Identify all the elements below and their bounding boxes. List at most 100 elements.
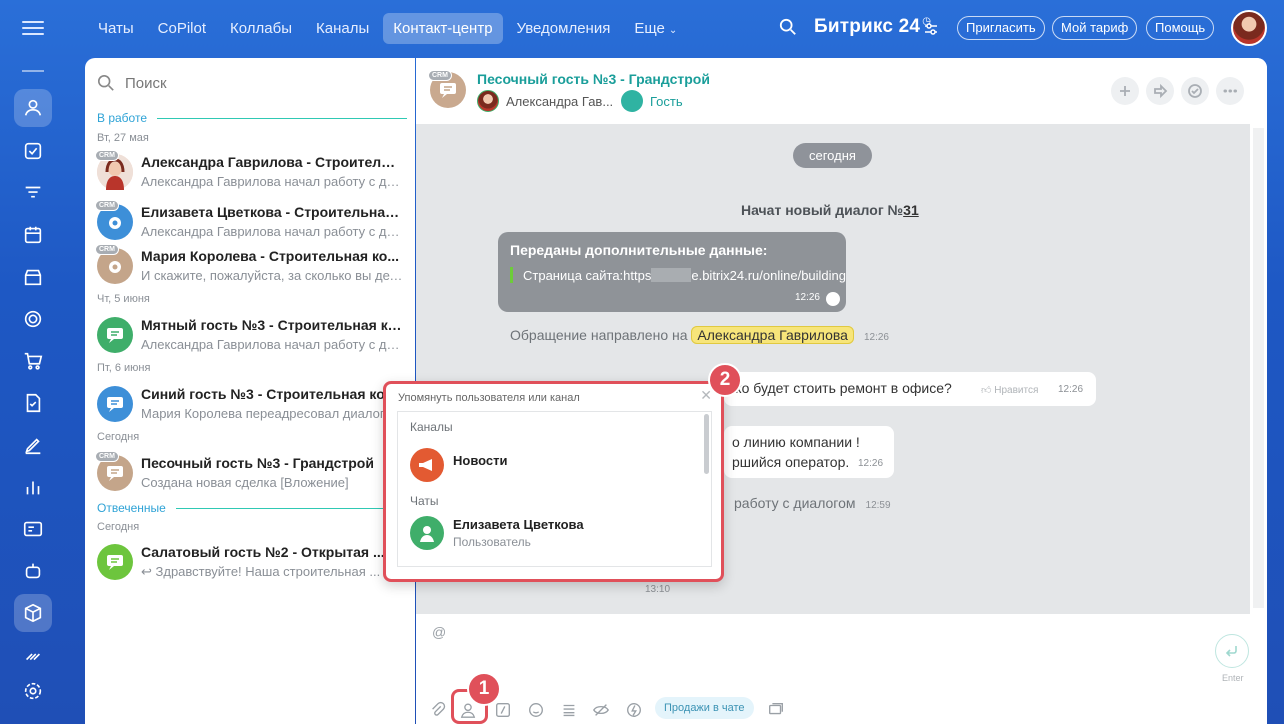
crm-badge: CRM: [95, 200, 119, 211]
finish-dialog-icon[interactable]: [1181, 77, 1209, 105]
chat-preview: Создана новая сделка [Вложение]: [141, 475, 349, 490]
sales-in-chat-button[interactable]: Продажи в чате: [655, 697, 754, 719]
tab-collabs[interactable]: Коллабы: [220, 13, 302, 44]
chat-list-item[interactable]: Синий гость №3 - Строительная ком Мария …: [85, 382, 415, 432]
pen-icon[interactable]: [14, 426, 52, 464]
marketplace-icon[interactable]: [14, 636, 52, 674]
tab-contact-center[interactable]: Контакт-центр: [383, 12, 503, 44]
tab-channels[interactable]: Каналы: [306, 13, 379, 44]
command-icon[interactable]: [493, 700, 513, 720]
cards-icon[interactable]: [766, 700, 786, 720]
chart-icon[interactable]: [14, 468, 52, 506]
tab-more[interactable]: Еще ⌄: [624, 13, 687, 44]
tasks-icon[interactable]: [14, 132, 52, 170]
chat-list-item[interactable]: Мятный гость №3 - Строительная ко... Але…: [85, 313, 415, 363]
chat-bubble-icon: [97, 544, 133, 580]
chat-preview: И скажите, пожалуйста, за сколько вы дел…: [141, 268, 403, 283]
send-button[interactable]: [1215, 634, 1249, 668]
extra-data-line: Страница сайта:https e.bitrix24.ru/online…: [523, 268, 846, 283]
like-button[interactable]: 👍︎ Нравится: [981, 384, 1038, 396]
chat-search[interactable]: Поиск: [97, 74, 167, 92]
robot-icon[interactable]: [14, 552, 52, 590]
crm-badge: CRM: [428, 70, 452, 81]
user-name: Елизавета Цветкова: [453, 517, 584, 532]
filter-icon[interactable]: [14, 174, 52, 212]
invite-button[interactable]: Пригласить: [957, 16, 1045, 40]
chat-list-item[interactable]: CRM Мария Королева - Строительная ко... …: [85, 244, 415, 294]
dialog-number-link[interactable]: 31: [903, 202, 919, 218]
chat-list-item[interactable]: CRM Елизавета Цветкова - Строительная ..…: [85, 200, 415, 250]
blurred-text: [651, 268, 692, 282]
menu-icon[interactable]: [22, 18, 44, 38]
search-icon: [97, 74, 114, 91]
message-input[interactable]: @: [432, 624, 446, 640]
mention-item-channel[interactable]: Новости: [410, 446, 700, 486]
chat-member[interactable]: Александра Гав...: [477, 90, 613, 112]
box-icon[interactable]: [14, 594, 52, 632]
left-rail: [0, 0, 67, 724]
guest-avatar-icon: [621, 90, 643, 112]
chat-member[interactable]: Гость: [621, 90, 683, 112]
group-in-work[interactable]: В работе: [97, 111, 407, 125]
scrollbar-thumb[interactable]: [704, 414, 709, 474]
chat-title: Мятный гость №3 - Строительная ко...: [141, 317, 403, 333]
chat-title[interactable]: Песочный гость №3 - Грандстрой: [477, 71, 710, 87]
chat-list-item[interactable]: CRM Песочный гость №3 - Грандстрой Созда…: [85, 451, 415, 501]
hidden-message-icon[interactable]: [591, 700, 611, 720]
like-label: Нравится: [994, 385, 1039, 396]
help-button[interactable]: Помощь: [1146, 16, 1215, 40]
dialog-start-message: Начат новый диалог №31: [741, 202, 919, 218]
group-answered[interactable]: Отвеченные: [97, 501, 407, 515]
operator-mention[interactable]: Александра Гаврилова: [691, 326, 854, 344]
mention-item-user[interactable]: Елизавета Цветкова Пользователь: [410, 514, 700, 554]
chat-title: Синий гость №3 - Строительная ком: [141, 386, 395, 402]
dialog-start-text: Начат новый диалог №: [741, 202, 904, 218]
sign-icon[interactable]: [14, 384, 52, 422]
user-role: Пользователь: [453, 535, 531, 549]
chat-preview: ↩ Здравствуйте! Наша строительная ...: [141, 564, 403, 580]
enter-hint: Enter: [1222, 673, 1244, 683]
calendar-icon[interactable]: [14, 216, 52, 254]
smile-icon[interactable]: [526, 700, 546, 720]
search-icon[interactable]: [779, 18, 797, 36]
add-user-icon[interactable]: [1111, 77, 1139, 105]
chat-preview: Александра Гаврилова начал работу с ди..…: [141, 174, 403, 189]
section-channels: Каналы: [410, 420, 453, 434]
settings-icon[interactable]: [14, 672, 52, 710]
tab-copilot[interactable]: CoPilot: [148, 13, 216, 44]
tariff-button[interactable]: Мой тариф: [1052, 16, 1138, 40]
chat-preview-text: Здравствуйте! Наша строительная ...: [155, 564, 381, 579]
scrollbar[interactable]: [1250, 124, 1267, 614]
system-text: работу с диалогом: [734, 495, 856, 511]
rail-divider: [22, 70, 44, 72]
brand-logo[interactable]: Битрикс 24 ◷: [814, 16, 931, 38]
brand-number: 24: [898, 16, 921, 37]
template-icon[interactable]: [559, 700, 579, 720]
more-icon[interactable]: [1216, 77, 1244, 105]
lightning-icon[interactable]: [624, 700, 644, 720]
mention-popup: Упомянуть пользователя или канал ✕ Канал…: [383, 381, 724, 582]
users-icon[interactable]: [14, 89, 52, 127]
crm-badge: CRM: [95, 244, 119, 255]
chat-bubble-icon: [97, 317, 133, 353]
tab-notifications[interactable]: Уведомления: [507, 13, 621, 44]
top-navigation: Чаты CoPilot Коллабы Каналы Контакт-цент…: [88, 12, 691, 44]
message-time: 12:59: [865, 500, 891, 511]
forward-icon[interactable]: [1146, 77, 1174, 105]
contact-card-icon[interactable]: [14, 510, 52, 548]
target-icon[interactable]: [14, 300, 52, 338]
sliders-icon[interactable]: [924, 22, 938, 36]
tab-chats[interactable]: Чаты: [88, 13, 144, 44]
attach-icon[interactable]: [428, 700, 448, 720]
scrollbar-thumb[interactable]: [1253, 128, 1264, 608]
chat-header: CRM Песочный гость №3 - Грандстрой Алекс…: [416, 58, 1267, 124]
chat-list-item[interactable]: CRM Александра Гаврилова - Строительн...…: [85, 150, 415, 200]
extra-data-link[interactable]: e.bitrix24.ru/online/building: [691, 268, 846, 283]
date-divider: сегодня: [793, 143, 872, 168]
chevron-down-icon: ⌄: [668, 24, 678, 36]
cart-icon[interactable]: [14, 342, 52, 380]
user-avatar[interactable]: [1231, 10, 1267, 46]
chat-list-item[interactable]: Салатовый гость №2 - Открытая ... ↩ Здра…: [85, 540, 415, 590]
store-icon[interactable]: [14, 258, 52, 296]
step-1-badge: 1: [467, 672, 501, 706]
